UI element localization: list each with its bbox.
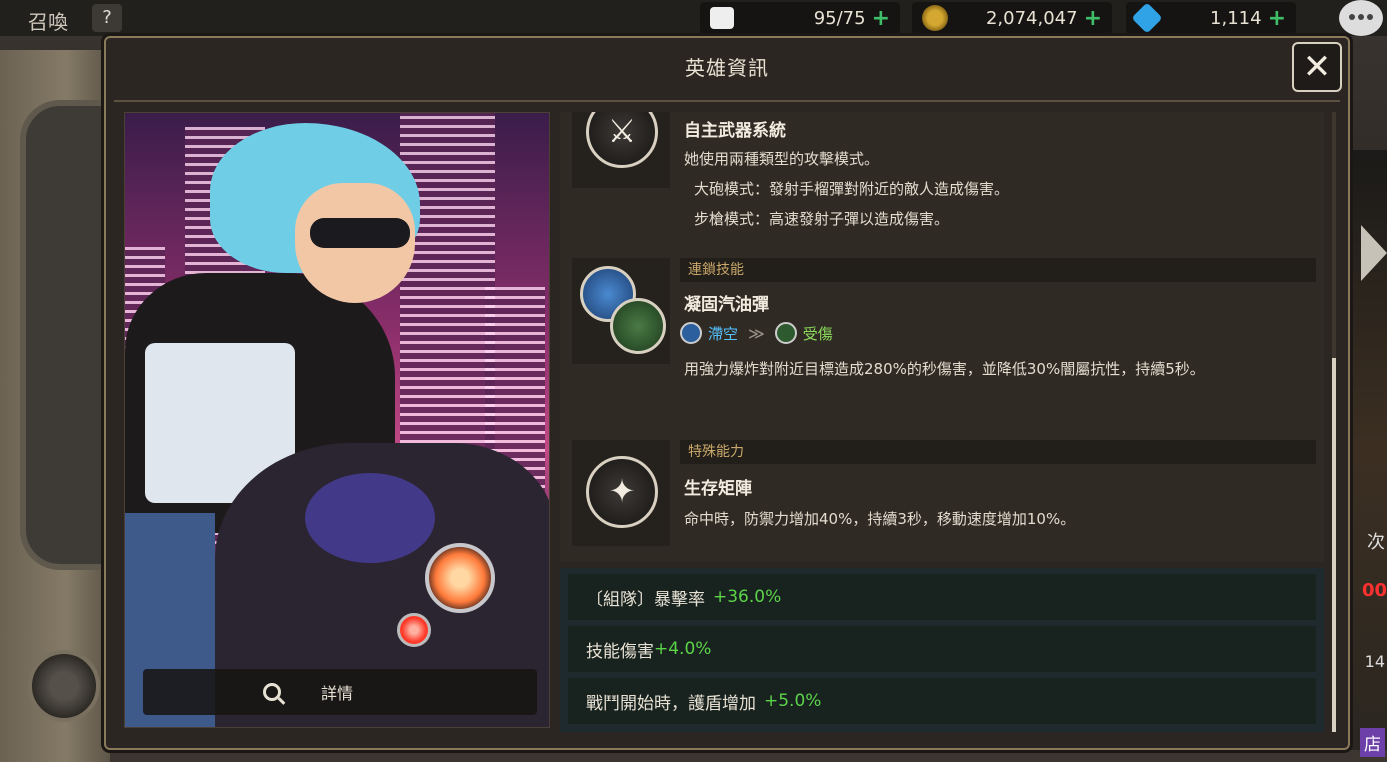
skill-name: 自主武器系統 [684,121,786,141]
gem-value: 1,114 [1210,7,1262,29]
gold-coin-icon [922,5,948,31]
airborne-mini-icon [680,322,702,344]
chain-to-label: 受傷 [802,324,833,343]
stat-label: 〔組隊〕暴擊率 [586,589,705,610]
stat-label: 技能傷害 [586,641,654,662]
gem-counter: 1,114 + [1126,2,1296,34]
close-button[interactable]: ✕ [1292,42,1342,92]
skill-icon-box [572,258,670,364]
skill-name: 凝固汽油彈 [684,295,769,315]
top-resource-bar: 召喚 ? 95/75 + 2,074,047 + 1,114 + [0,0,1387,36]
skill-tag: 特殊能力 [680,440,1316,464]
chain-condition: 滯空 ≫ 受傷 [680,322,833,344]
skill-icon-box: ✦ [572,440,670,546]
background-text: 14 [1364,652,1385,671]
background-text: 00 [1361,580,1387,601]
skill-list: ⚔ 自主武器系統 她使用兩種類型的攻擊模式。 大砲模式：發射手榴彈對附近的敵人造… [560,112,1324,562]
next-arrow-icon[interactable] [1361,225,1387,281]
stat-value: +5.0% [764,691,822,711]
skill-chain: 連鎖技能 凝固汽油彈 滯空 ≫ 受傷 用強力爆炸對附近目標造成280%的秒傷害，… [572,258,1316,418]
sparkle-icon: ✦ [586,456,658,528]
stat-row: 〔組隊〕暴擊率 +36.0% [568,574,1316,620]
skill-special: ✦ 特殊能力 生存矩陣 命中時，防禦力增加40%，持續3秒，移動速度增加10%。 [572,440,1316,550]
gold-counter: 2,074,047 + [912,2,1112,34]
game-screen: 次 00 14 店 召喚 ? 95/75 + 2,074,047 + 1,114… [0,0,1387,762]
motorcycle-signal-lamp [397,613,431,647]
shop-button[interactable]: 店 [1360,728,1385,757]
chain-arrow-icon: ≫ [748,323,765,343]
chat-bubble-icon[interactable] [1339,0,1383,36]
injured-mini-icon [774,322,797,344]
stat-value: +4.0% [654,639,712,659]
skill-tag: 連鎖技能 [680,258,1316,282]
motorcycle-headlamp [425,543,495,613]
stat-row: 技能傷害 +4.0% [568,626,1316,672]
add-gold-button[interactable]: + [1084,6,1102,31]
modal-title: 英雄資訊 [685,56,769,80]
stat-value: +36.0% [713,587,782,607]
skill-desc: 用強力爆炸對附近目標造成280%的秒傷害，並降低30%闇屬抗性，持續5秒。 [684,360,1205,378]
summon-title: 召喚 [28,10,68,34]
skill-icon-box: ⚔ [572,112,670,188]
add-gem-button[interactable]: + [1268,6,1286,31]
stat-bonus-list: 〔組隊〕暴擊率 +36.0% 技能傷害 +4.0% 戰鬥開始時，護盾增加 +5.… [560,568,1324,732]
add-stamina-button[interactable]: + [872,6,890,31]
skill-desc: 命中時，防禦力增加40%，持續3秒，移動速度增加10%。 [684,510,1076,528]
motorcycle-tank-art [305,473,435,563]
skill-name: 生存矩陣 [684,479,752,499]
hero-info-modal: 英雄資訊 ✕ 詳情 ⚔ 自主武器系統 她使用兩種類型的攻擊模式。 大砲模式：發射… [104,36,1350,750]
gem-icon [1131,2,1163,34]
stamina-counter: 95/75 + [700,2,900,34]
help-button[interactable]: ? [92,4,122,32]
stat-row: 戰鬥開始時，護盾增加 +5.0% [568,678,1316,724]
skill-weapon-system: ⚔ 自主武器系統 她使用兩種類型的攻擊模式。 大砲模式：發射手榴彈對附近的敵人造… [572,112,1316,252]
hero-portrait: 詳情 [124,112,550,728]
coffee-icon [710,7,734,29]
background-tv [20,100,110,570]
sword-icon: ⚔ [586,112,658,168]
background-knob [28,650,100,722]
details-button[interactable]: 詳情 [143,669,537,715]
injured-icon [610,298,666,354]
title-divider [114,100,1340,102]
stat-label: 戰鬥開始時，護盾增加 [586,693,756,714]
skill-desc-line: 她使用兩種類型的攻擊模式。 [684,150,880,168]
gold-value: 2,074,047 [985,7,1078,29]
skill-scroll-thumb[interactable] [1332,358,1336,732]
chain-from-label: 滯空 [708,324,739,343]
hero-sunglasses [310,218,410,248]
skill-desc-line: 大砲模式：發射手榴彈對附近的敵人造成傷害。 [694,180,1010,198]
stamina-value: 95/75 [813,7,866,29]
background-text: 次 [1367,532,1385,553]
details-label: 詳情 [321,684,354,703]
skill-desc-line: 步槍模式：高速發射子彈以造成傷害。 [694,210,950,228]
magnifier-icon [263,683,281,701]
